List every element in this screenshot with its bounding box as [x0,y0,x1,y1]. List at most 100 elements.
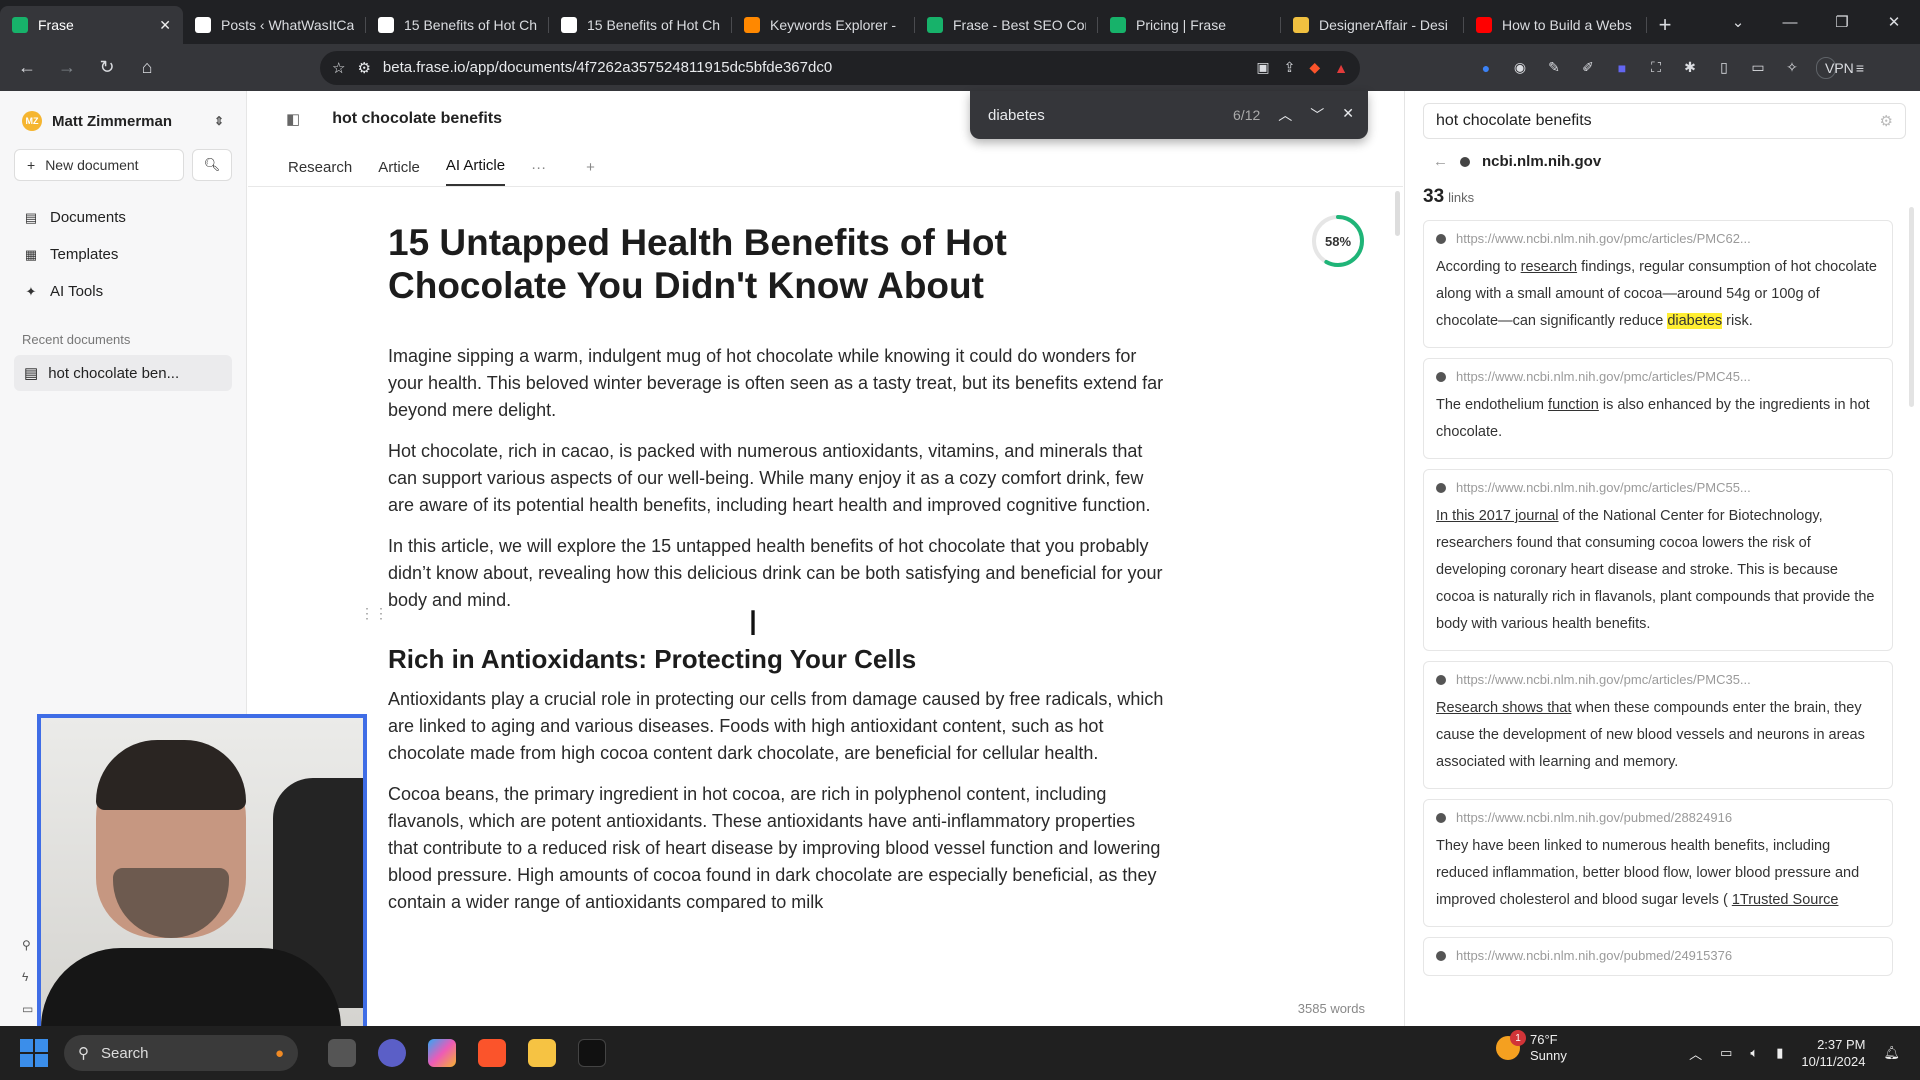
taskbar-search[interactable]: ⚲ Search ● [64,1035,298,1071]
browser-tab[interactable]: DesignerAffair - Desi [1281,6,1464,44]
browser-tab[interactable]: Posts ‹ WhatWasItCal [183,6,366,44]
tray-chevron-icon[interactable]: ︿ [1689,1044,1702,1063]
pen-app-icon[interactable] [578,1039,606,1067]
browser-tab[interactable]: Pricing | Frase [1098,6,1281,44]
card-link[interactable]: Research shows that [1436,700,1571,716]
card-url[interactable]: https://www.ncbi.nlm.nih.gov/pmc/article… [1456,369,1751,384]
back-arrow-icon[interactable]: ← [1433,153,1448,170]
add-tab-icon[interactable]: + [586,159,595,186]
browser-tab[interactable]: 15 Benefits of Hot Ch [549,6,732,44]
tab-search-icon[interactable]: ⌄ [1712,13,1764,31]
address-bar[interactable]: ☆ ⚙ beta.frase.io/app/documents/4f7262a3… [320,50,1360,85]
extension-icon[interactable]: ◉ [1510,59,1530,76]
recent-document-item[interactable]: ▤ hot chocolate ben... [14,355,232,391]
volume-icon[interactable]: 🔈︎ [1750,1045,1758,1061]
research-card[interactable]: https://www.ncbi.nlm.nih.gov/pmc/article… [1423,220,1893,348]
puzzle-icon[interactable]: ✱ [1680,59,1700,76]
card-url[interactable]: https://www.ncbi.nlm.nih.gov/pmc/article… [1456,672,1751,687]
browser-tab[interactable]: Frase - Best SEO Con [915,6,1098,44]
card-link[interactable]: 1Trusted Source [1732,892,1839,908]
minimize-button[interactable]: — [1764,14,1816,31]
find-next-icon[interactable]: ﹀ [1310,105,1324,125]
article-subheading[interactable]: Rich in Antioxidants: Protecting Your Ce… [388,642,1168,676]
source-domain[interactable]: ncbi.nlm.nih.gov [1482,153,1601,170]
more-tabs-icon[interactable]: ··· [531,159,546,186]
sidebar-item-templates[interactable]: ▦ Templates [14,236,232,273]
tab-research[interactable]: Research [288,159,352,186]
close-tab-icon[interactable]: ✕ [159,17,171,34]
research-card[interactable]: https://www.ncbi.nlm.nih.gov/pmc/article… [1423,358,1893,459]
card-link[interactable]: research [1521,259,1577,275]
wallet-icon[interactable]: ▭ [1748,59,1768,76]
article-paragraph[interactable]: Hot chocolate, rich in cacao, is packed … [388,438,1168,519]
network-icon[interactable]: ▭ [1720,1045,1732,1061]
forward-button[interactable]: → [50,51,84,85]
sidebar-item-ai-tools[interactable]: ✦ AI Tools [14,273,232,310]
article-paragraph[interactable]: Antioxidants play a crucial role in prot… [388,686,1168,767]
close-window-button[interactable]: ✕ [1868,13,1920,31]
home-button[interactable]: ⌂ [130,51,164,85]
tab-ai-article[interactable]: AI Article [445,157,506,186]
research-card[interactable]: https://www.ncbi.nlm.nih.gov/pubmed/2882… [1423,799,1893,927]
bookmark-icon[interactable]: ☆ [332,59,345,77]
card-url[interactable]: https://www.ncbi.nlm.nih.gov/pmc/article… [1456,231,1751,246]
search-button[interactable]: 🔍︎ [192,149,232,181]
copilot-icon[interactable] [428,1039,456,1067]
article-body[interactable]: 15 Untapped Health Benefits of Hot Choco… [388,221,1168,930]
clock[interactable]: 2:37 PM 10/11/2024 [1801,1036,1865,1070]
card-link[interactable]: function [1548,397,1599,413]
card-url[interactable]: https://www.ncbi.nlm.nih.gov/pubmed/2882… [1456,810,1732,825]
restore-button[interactable]: ❐ [1816,13,1868,31]
new-tab-button[interactable]: + [1647,6,1683,44]
reload-button[interactable]: ↻ [90,51,124,85]
color-picker-icon[interactable]: ✎ [1544,59,1564,76]
browser-tab[interactable]: 15 Benefits of Hot Ch [366,6,549,44]
weather-widget[interactable]: 1 76°F Sunny [1496,1030,1567,1064]
share-icon[interactable]: ⇪ [1284,59,1296,76]
card-url[interactable]: https://www.ncbi.nlm.nih.gov/pmc/article… [1456,480,1751,495]
task-view-icon[interactable] [328,1039,356,1067]
find-input[interactable]: diabetes [988,107,1233,124]
research-card[interactable]: https://www.ncbi.nlm.nih.gov/pmc/article… [1423,661,1893,789]
brave-rewards-icon[interactable]: ▲ [1334,60,1348,76]
sidebar-item-documents[interactable]: ▤ Documents [14,199,232,236]
windows-start-icon[interactable] [20,1039,48,1067]
browser-tab[interactable]: Keywords Explorer - [732,6,915,44]
browser-tab[interactable]: Frase ✕ [0,6,183,44]
document-title[interactable]: hot chocolate benefits [332,110,502,128]
article-paragraph[interactable]: Cocoa beans, the primary ingredient in h… [388,781,1168,916]
leo-ai-icon[interactable]: ✧ [1782,59,1802,76]
sidebar-icon[interactable]: ▯ [1714,59,1734,76]
card-url[interactable]: https://www.ncbi.nlm.nih.gov/pubmed/2491… [1456,948,1732,963]
research-search-input[interactable]: hot chocolate benefits ⚙ [1423,103,1906,139]
new-document-button[interactable]: + New document [14,149,184,181]
editor-scrollbar[interactable] [1395,191,1400,236]
article-paragraph[interactable]: Imagine sipping a warm, indulgent mug of… [388,343,1168,424]
grid-extension-icon[interactable]: ■ [1612,60,1632,76]
notifications-bell-icon[interactable]: 🔔︎ [1883,1045,1900,1061]
bolt-icon[interactable]: ϟ [22,970,33,984]
drag-handle-icon[interactable]: ⋮⋮ [360,605,388,622]
password-extension-icon[interactable]: ● [1476,60,1496,76]
screenshot-icon[interactable]: ⛶ [1646,59,1666,76]
url-text[interactable]: beta.frase.io/app/documents/4f7262a35752… [383,59,1244,76]
user-switcher[interactable]: MZ Matt Zimmerman ⇕ [14,105,232,137]
menu-icon[interactable]: ≡ [1850,60,1870,76]
article-paragraph[interactable]: In this article, we will explore the 15 … [388,533,1168,614]
teams-icon[interactable] [378,1039,406,1067]
article-heading[interactable]: 15 Untapped Health Benefits of Hot Choco… [388,221,1168,307]
vpn-button[interactable]: VPN [1816,56,1854,79]
browser-tab[interactable]: How to Build a Webs [1464,6,1647,44]
page-find-icon[interactable]: ▣ [1256,59,1269,76]
back-button[interactable]: ← [10,51,44,85]
battery-icon[interactable]: ▮ [1776,1045,1783,1061]
tab-article[interactable]: Article [378,159,420,186]
find-close-icon[interactable]: ✕ [1342,105,1354,125]
research-card[interactable]: https://www.ncbi.nlm.nih.gov/pubmed/2491… [1423,937,1893,976]
chat-icon[interactable]: ▭ [22,1002,33,1016]
toggle-sidebar-icon[interactable]: ◧ [286,110,300,128]
find-previous-icon[interactable]: ︿ [1278,105,1292,125]
brave-shield-icon[interactable]: ◆ [1309,59,1320,76]
card-link[interactable]: In this 2017 journal [1436,508,1559,524]
research-card[interactable]: https://www.ncbi.nlm.nih.gov/pmc/article… [1423,469,1893,651]
